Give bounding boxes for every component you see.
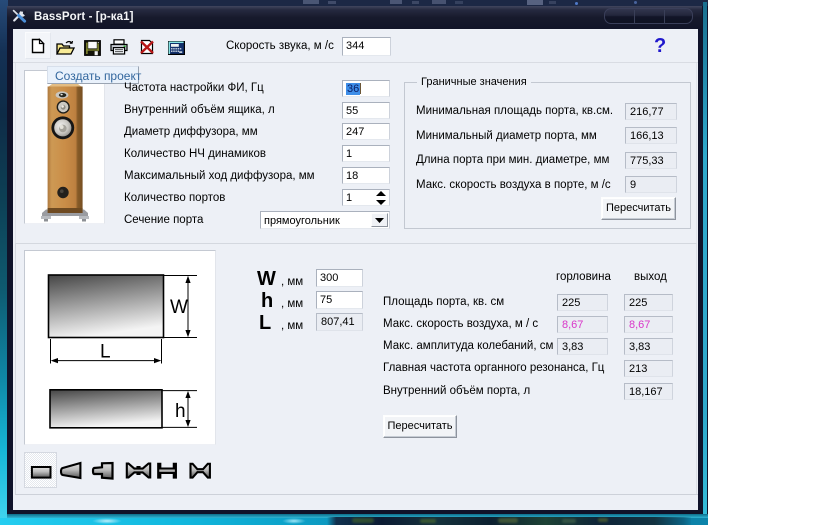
svg-text:W: W — [170, 297, 188, 318]
svg-text:L: L — [100, 342, 111, 363]
svg-text:h: h — [175, 401, 186, 422]
